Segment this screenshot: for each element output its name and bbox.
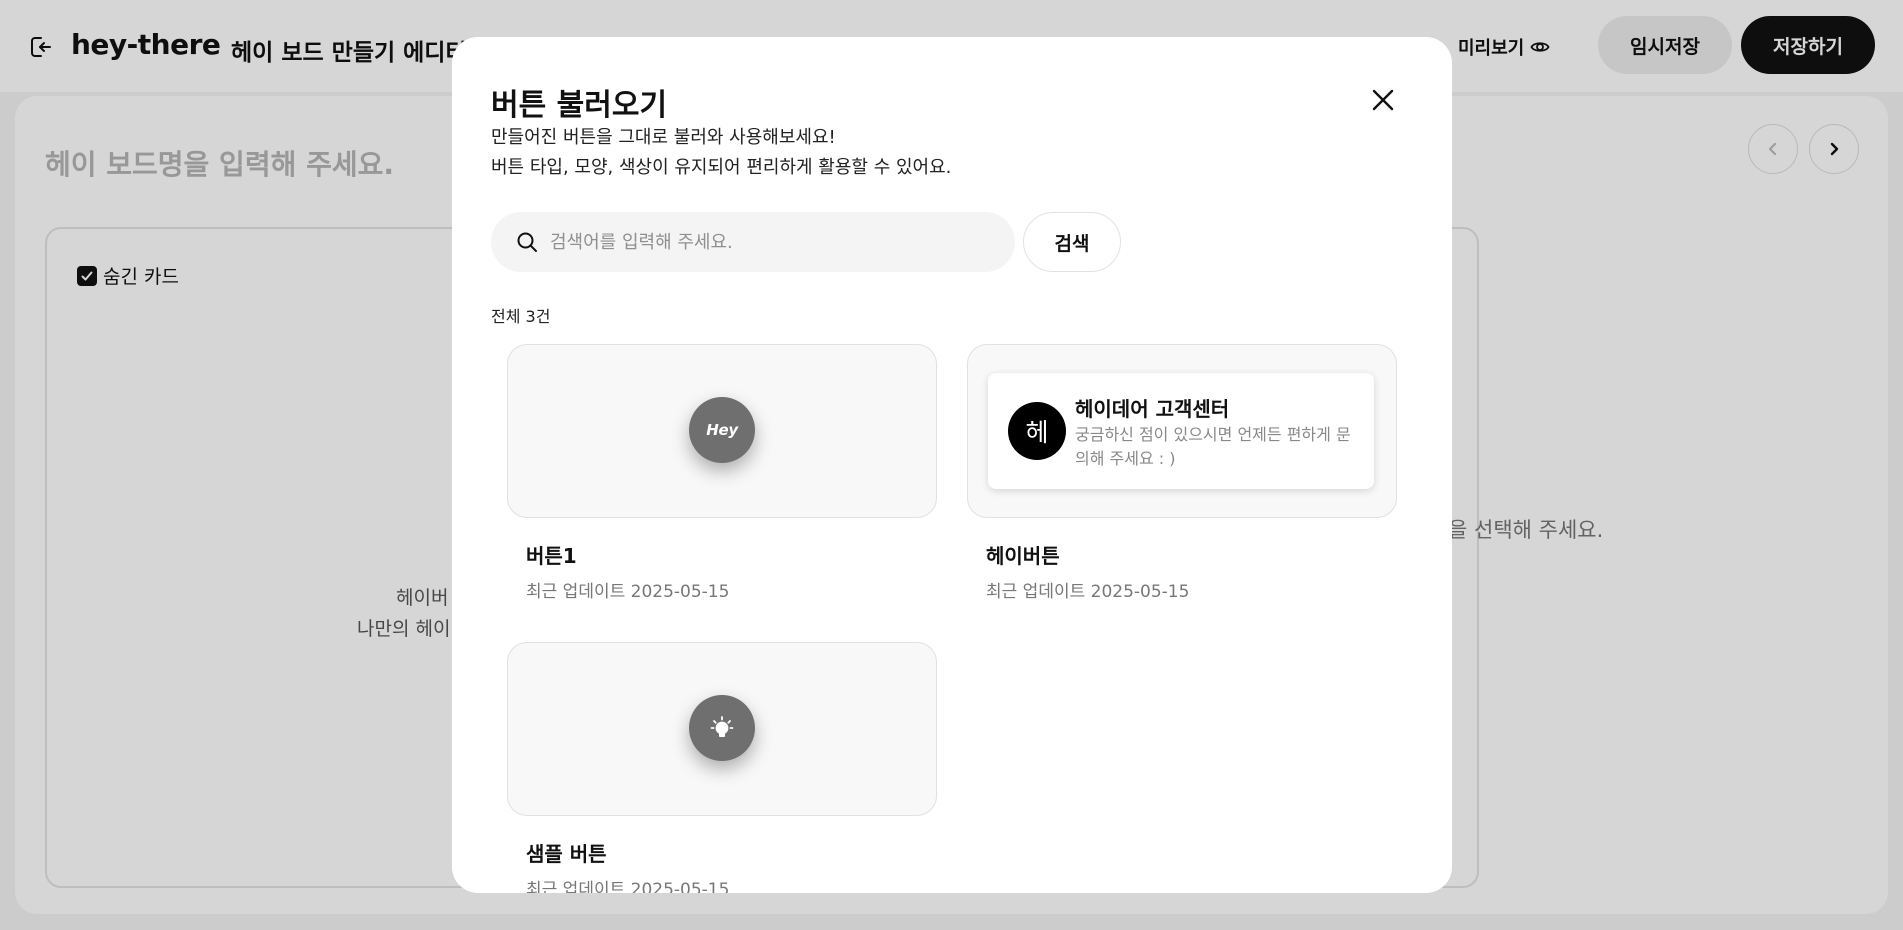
button-preview[interactable]: Hey [507,344,937,518]
modal-description-line1: 만들어진 버튼을 그대로 불러와 사용해보세요! [491,127,836,148]
search-box[interactable] [491,212,1015,272]
total-count: 전체 3건 [491,307,551,326]
customer-center-card: 헤 헤이데어 고객센터 궁금하신 점이 있으시면 언제든 편하게 문의해 주세요… [988,373,1374,489]
search-input[interactable] [548,230,992,254]
button-name: 버튼1 [526,544,577,568]
button-name: 헤이버튼 [986,544,1060,568]
load-button-modal: 버튼 불러오기 만들어진 버튼을 그대로 불러와 사용해보세요! 버튼 타입, … [452,37,1452,893]
button-name: 샘플 버튼 [526,842,607,866]
button-preview[interactable] [507,642,937,816]
button-updated-date: 최근 업데이트 2025-05-15 [526,880,730,893]
close-icon [1372,89,1394,111]
hey-logo-button: Hey [689,397,755,463]
lightbulb-icon [710,716,734,737]
card-title: 헤이데어 고객센터 [1075,397,1230,421]
search-button[interactable]: 검색 [1023,212,1121,272]
button-updated-date: 최근 업데이트 2025-05-15 [526,582,730,602]
button-item[interactable]: 샘플 버튼 최근 업데이트 2025-05-15 [507,642,937,893]
close-button[interactable] [1367,84,1399,116]
button-item[interactable]: 헤 헤이데어 고객센터 궁금하신 점이 있으시면 언제든 편하게 문의해 주세요… [967,344,1397,602]
hey-logo-icon: Hey [706,421,738,439]
button-item[interactable]: Hey 버튼1 최근 업데이트 2025-05-15 [507,344,937,602]
button-preview[interactable]: 헤 헤이데어 고객센터 궁금하신 점이 있으시면 언제든 편하게 문의해 주세요… [967,344,1397,518]
modal-description-line2: 버튼 타입, 모양, 색상이 유지되어 편리하게 활용할 수 있어요. [491,157,952,178]
card-description: 궁금하신 점이 있으시면 언제든 편하게 문의해 주세요 : ) [1075,425,1351,468]
button-updated-date: 최근 업데이트 2025-05-15 [986,582,1190,602]
search-icon [517,232,537,252]
lightbulb-button [689,695,755,761]
avatar: 헤 [1008,402,1066,460]
modal-title: 버튼 불러오기 [491,88,668,123]
